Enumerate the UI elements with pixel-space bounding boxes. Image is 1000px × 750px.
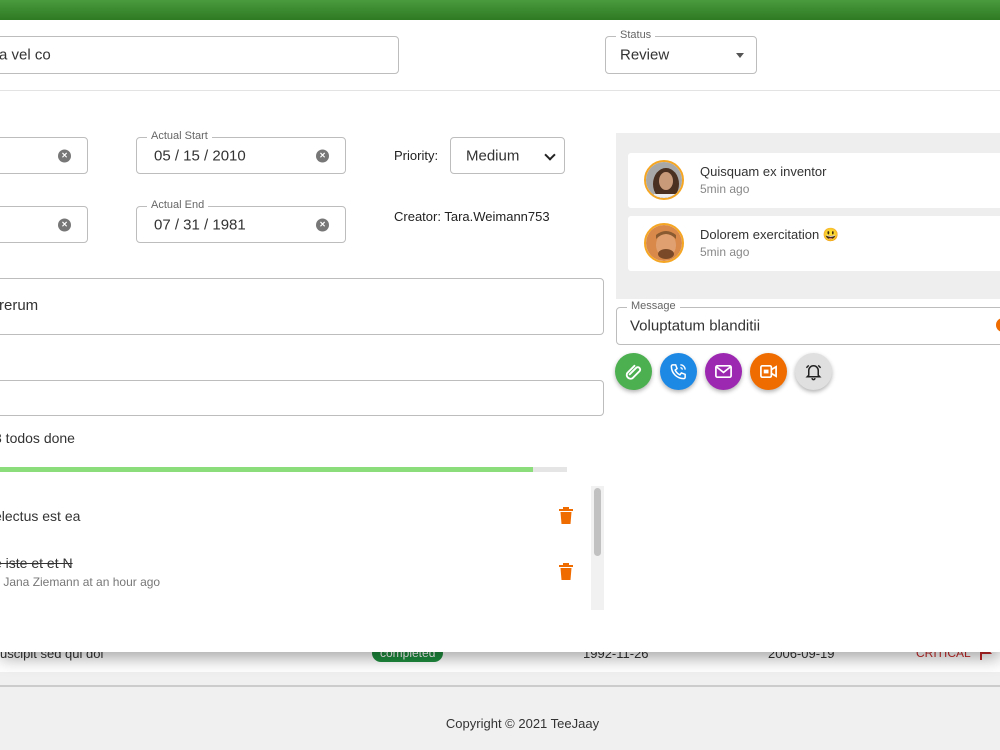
clear-icon[interactable]: × <box>58 218 71 231</box>
actual-start-value: 05 / 15 / 2010 <box>154 147 246 164</box>
attach-button[interactable] <box>615 353 652 390</box>
paperclip-icon <box>625 364 642 380</box>
todo-item-text-done[interactable]: e iste et et N <box>0 555 73 571</box>
email-button[interactable] <box>705 353 742 390</box>
todo-item-text[interactable]: electus est ea <box>0 508 80 524</box>
todo-progress-bar <box>0 467 567 472</box>
chat-time: 5min ago <box>700 182 750 196</box>
trash-icon[interactable] <box>559 507 573 524</box>
todo-list: electus est ea e iste et et N y Jana Zie… <box>0 486 604 610</box>
todo-scrollbar-thumb[interactable] <box>594 488 601 556</box>
alarm-icon <box>805 364 822 381</box>
description-textarea[interactable]: rerum <box>0 278 604 335</box>
task-title-input[interactable]: a vel co <box>0 36 399 74</box>
video-call-button[interactable] <box>750 353 787 390</box>
header-divider <box>0 90 1000 91</box>
description-value: rerum <box>0 297 39 314</box>
trash-icon[interactable] <box>559 563 573 580</box>
clear-icon[interactable]: × <box>316 218 329 231</box>
chat-author: Dolorem exercitation 😃 <box>700 227 840 242</box>
task-dialog: a vel co Status Review × × Actual Start … <box>0 0 1000 652</box>
chevron-down-icon <box>544 149 556 161</box>
clear-icon[interactable]: × <box>58 149 71 162</box>
message-input[interactable]: Message Voluptatum blanditii <box>616 300 1000 345</box>
footer-divider <box>0 685 1000 687</box>
call-button[interactable] <box>660 353 697 390</box>
new-todo-input[interactable] <box>0 380 604 416</box>
clear-icon[interactable]: × <box>316 149 329 162</box>
priority-select[interactable]: Medium <box>450 137 565 174</box>
actual-end-input[interactable]: Actual End 07 / 31 / 1981 × <box>136 199 346 243</box>
chat-time: 5min ago <box>700 245 750 259</box>
status-value: Review <box>620 46 670 64</box>
planned-start-input[interactable]: × <box>0 137 88 174</box>
todo-item-meta: y Jana Ziemann at an hour ago <box>0 575 161 589</box>
priority-value: Medium <box>466 147 520 164</box>
footer-copyright: Copyright © 2021 TeeJaay <box>445 716 600 731</box>
message-label: Message <box>627 300 680 312</box>
status-label: Status <box>616 29 656 41</box>
avatar <box>644 160 684 200</box>
actual-end-value: 07 / 31 / 1981 <box>154 216 246 233</box>
phone-icon <box>670 364 686 380</box>
todo-summary: 3 todos done <box>0 430 75 446</box>
caret-down-icon <box>736 53 744 58</box>
planned-end-input[interactable]: × <box>0 206 88 243</box>
video-icon <box>760 364 777 379</box>
dialog-header-bar <box>0 0 1000 20</box>
creator-label: Creator: Tara.Weimann753 <box>394 209 550 224</box>
reminder-button[interactable] <box>795 353 832 390</box>
chat-message: Dolorem exercitation 😃 5min ago <box>628 216 1000 271</box>
mail-icon <box>715 364 732 379</box>
chat-message: Quisquam ex inventor 5min ago <box>628 153 1000 208</box>
message-value: Voluptatum blanditii <box>630 317 761 335</box>
todo-progress-fill <box>0 467 533 472</box>
task-title-value: a vel co <box>0 46 51 64</box>
actual-start-label: Actual Start <box>147 130 212 142</box>
actual-end-label: Actual End <box>147 199 209 211</box>
priority-label: Priority: <box>394 148 439 163</box>
status-select[interactable]: Status Review <box>605 29 757 74</box>
avatar <box>644 223 684 263</box>
chat-author: Quisquam ex inventor <box>700 164 827 179</box>
actual-start-input[interactable]: Actual Start 05 / 15 / 2010 × <box>136 130 346 174</box>
